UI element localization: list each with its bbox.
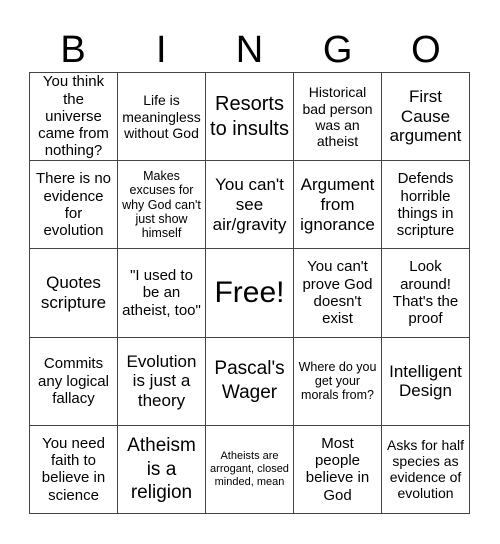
bingo-cell[interactable]: Pascal's Wager xyxy=(206,337,294,426)
bingo-cell[interactable]: Atheists are arrogant, closed minded, me… xyxy=(206,425,294,514)
bingo-cell[interactable]: First Cause argument xyxy=(382,73,470,162)
bingo-cell[interactable]: There is no evidence for evolution xyxy=(30,161,118,250)
bingo-cell[interactable]: Intelligent Design xyxy=(382,337,470,426)
bingo-cell[interactable]: Quotes scripture xyxy=(30,249,118,338)
bingo-cell[interactable]: Defends horrible things in scripture xyxy=(382,161,470,250)
bingo-cell[interactable]: Argument from ignorance xyxy=(294,161,382,250)
header-letter-n: N xyxy=(235,29,264,71)
header-letter-g: G xyxy=(322,29,353,71)
bingo-cell[interactable]: Where do you get your morals from? xyxy=(294,337,382,426)
bingo-cell[interactable]: Evolution is just a theory xyxy=(118,337,206,426)
bingo-cell[interactable]: Asks for half species as evidence of evo… xyxy=(382,425,470,514)
bingo-cell[interactable]: Life is meaningless without God xyxy=(118,73,206,162)
bingo-cell[interactable]: Resorts to insults xyxy=(206,73,294,162)
bingo-cell[interactable]: You can't see air/gravity xyxy=(206,161,294,250)
bingo-cell[interactable]: "I used to be an atheist, too" xyxy=(118,249,206,338)
bingo-cell[interactable]: Historical bad person was an atheist xyxy=(294,73,382,162)
header-letter-b: B xyxy=(60,29,86,71)
bingo-cell[interactable]: You need faith to believe in science xyxy=(30,425,118,514)
bingo-cell[interactable]: Makes excuses for why God can't just sho… xyxy=(118,161,206,250)
bingo-cell[interactable]: You think the universe came from nothing… xyxy=(30,73,118,162)
bingo-header: B I N G O xyxy=(29,28,470,72)
bingo-cell[interactable]: Atheism is a religion xyxy=(118,425,206,514)
header-letter-i: I xyxy=(156,29,167,71)
free-space[interactable]: Free! xyxy=(206,249,294,338)
header-letter-o: O xyxy=(411,29,441,71)
bingo-cell[interactable]: You can't prove God doesn't exist xyxy=(294,249,382,338)
bingo-cell[interactable]: Most people believe in God xyxy=(294,425,382,514)
bingo-cell[interactable]: Commits any logical fallacy xyxy=(30,337,118,426)
bingo-cell[interactable]: Look around! That's the proof xyxy=(382,249,470,338)
bingo-board: You think the universe came from nothing… xyxy=(29,72,470,514)
